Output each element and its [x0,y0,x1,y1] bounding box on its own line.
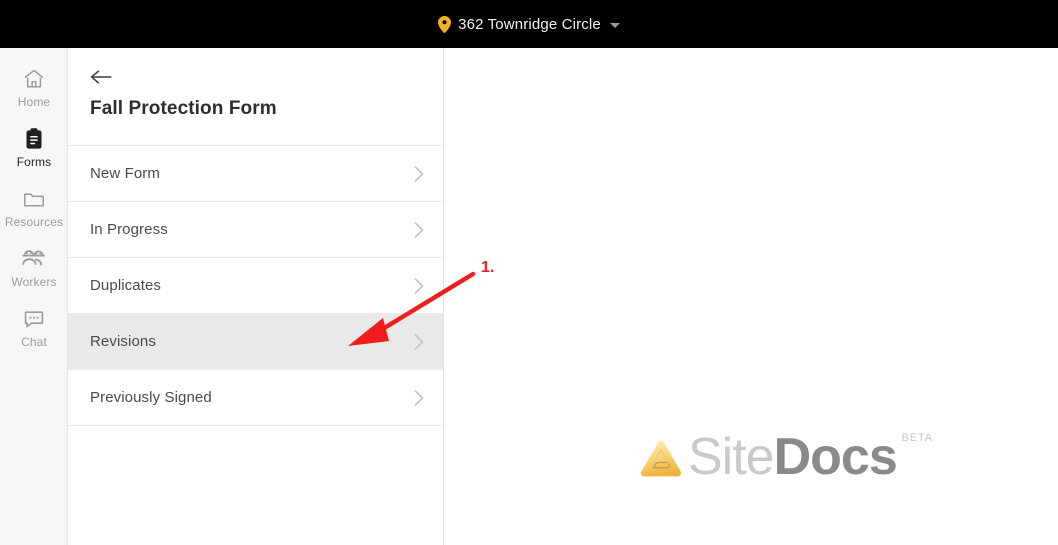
brand-docs-text: Docs [773,428,898,486]
sidebar-item-chat[interactable]: Chat [0,298,68,358]
list-item-duplicates[interactable]: Duplicates [68,258,443,314]
folder-icon [24,193,44,207]
sidebar-item-resources[interactable]: Resources [0,178,68,238]
list-item-new-form[interactable]: New Form [68,146,443,202]
chevron-right-icon [414,221,424,238]
location-pin-icon [438,15,452,33]
site-name-label: 362 Townridge Circle [458,15,601,33]
clipboard-icon [26,128,42,149]
app-window: 362 Townridge Circle Home Forms Resource… [0,0,1058,545]
sitedocs-wordmark: SiteDocs BETA [688,428,932,486]
workers-icon [22,250,45,266]
list-item-in-progress[interactable]: In Progress [68,202,443,258]
workspace-empty-area: SiteDocs BETA [445,48,1058,545]
sidebar-item-label: Home [17,95,51,109]
list-item-label: New Form [90,165,160,182]
list-item-label: Previously Signed [90,389,212,406]
site-selector[interactable]: 362 Townridge Circle [438,15,620,33]
form-detail-panel: Fall Protection Form New Form In Progres… [68,48,444,545]
chevron-right-icon [414,277,424,294]
chevron-right-icon [414,389,424,406]
sidebar-item-label: Workers [11,275,57,289]
sidebar-item-home[interactable]: Home [0,58,68,118]
top-bar: 362 Townridge Circle [0,0,1058,48]
back-arrow-icon[interactable] [90,68,112,86]
sidebar-item-workers[interactable]: Workers [0,238,68,298]
page-title: Fall Protection Form [90,98,277,119]
list-item-label: Revisions [90,333,156,350]
sidebar-item-label: Forms [16,155,52,169]
sidebar-nav: Home Forms Resources Workers Chat [0,48,68,545]
list-item-label: Duplicates [90,277,162,294]
home-icon [24,69,44,88]
chat-bubble-icon [24,311,44,328]
panel-header: Fall Protection Form [68,48,443,146]
sitedocs-triangle-logo [640,440,682,477]
chevron-right-icon [414,165,424,182]
annotation-step-label: 1. [481,259,495,276]
sidebar-item-forms[interactable]: Forms [0,118,68,178]
sitedocs-logo: SiteDocs BETA [638,428,932,486]
chevron-down-icon[interactable] [609,22,620,28]
beta-badge: BETA [901,432,933,444]
brand-site-text: Site [688,428,775,486]
list-item-revisions[interactable]: Revisions [68,314,443,370]
form-sections-list: New Form In Progress Duplicates Revision… [68,146,443,426]
list-item-previously-signed[interactable]: Previously Signed [68,370,443,426]
chevron-right-icon [414,333,424,350]
sidebar-item-label: Resources [4,215,64,229]
list-item-label: In Progress [90,221,168,238]
sidebar-item-label: Chat [21,335,47,349]
